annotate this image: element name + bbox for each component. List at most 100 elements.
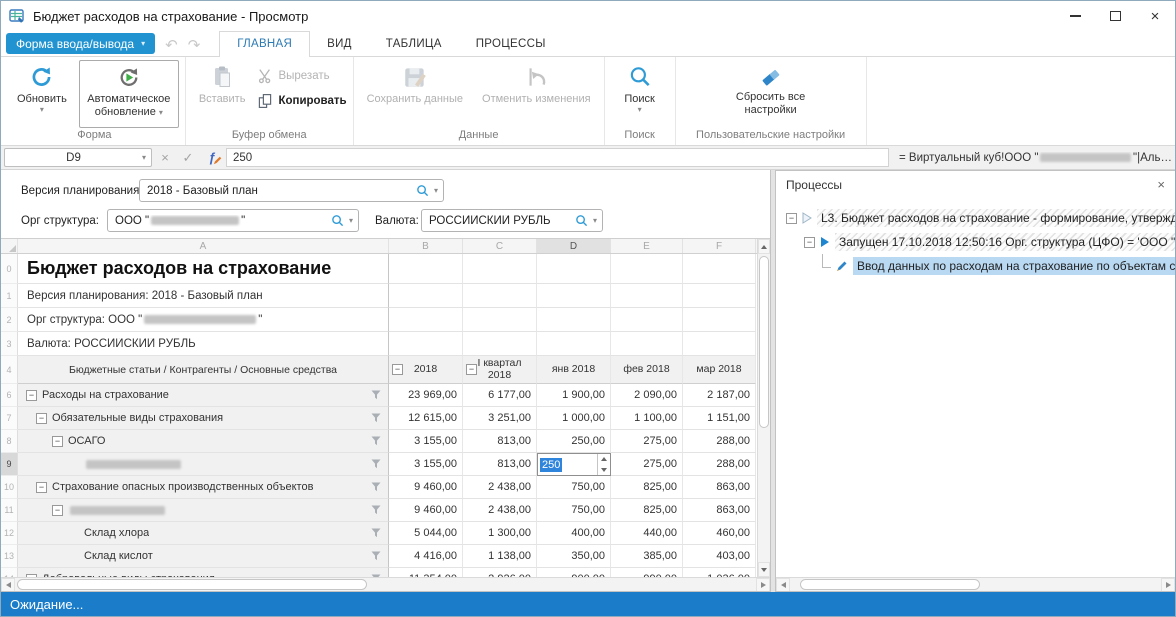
process-item[interactable]: −Запущен 17.10.2018 12:50:16 Орг. структ… [804, 230, 1175, 254]
row-number[interactable]: 10 [1, 476, 18, 499]
value-cell[interactable]: 288,00 [683, 430, 756, 453]
empty-cell[interactable] [683, 308, 756, 332]
value-cell[interactable]: 275,00 [611, 430, 683, 453]
value-cell[interactable]: 990,00 [611, 568, 683, 577]
header-label-cell[interactable]: Бюджетные статьи / Контрагенты / Основны… [18, 356, 389, 384]
column-group-header[interactable]: −2018 [389, 356, 463, 384]
value-cell[interactable]: 1 300,00 [463, 522, 537, 545]
value-cell[interactable]: 900,00 [537, 568, 611, 577]
row-label-cell[interactable] [18, 453, 389, 476]
value-cell[interactable]: 863,00 [683, 499, 756, 522]
row-label-cell[interactable]: Бюджет расходов на страхование [18, 254, 389, 284]
cancel-entry-icon[interactable]: × [155, 150, 175, 165]
row-label-cell[interactable]: Орг структура: ООО "" [18, 308, 389, 332]
refresh-button[interactable]: Обновить ▾ [10, 60, 74, 128]
tab-tablitsa[interactable]: ТАБЛИЦА [369, 32, 459, 56]
filter-funnel-icon[interactable] [371, 413, 381, 423]
search-icon[interactable] [575, 214, 588, 227]
column-header-a[interactable]: A [18, 239, 389, 253]
value-cell[interactable]: 2 438,00 [463, 499, 537, 522]
scroll-down-icon[interactable] [758, 562, 770, 577]
empty-cell[interactable] [463, 308, 537, 332]
spinner-up-icon[interactable] [598, 454, 610, 465]
value-cell[interactable]: 9 460,00 [389, 476, 463, 499]
filter-funnel-icon[interactable] [371, 436, 381, 446]
vertical-scrollbar[interactable] [757, 239, 770, 577]
value-cell[interactable]: 1 138,00 [463, 545, 537, 568]
value-cell[interactable]: 11 354,00 [389, 568, 463, 577]
value-cell[interactable]: 1 000,00 [537, 407, 611, 430]
value-cell[interactable]: 4 416,00 [389, 545, 463, 568]
horizontal-scroll-thumb[interactable] [800, 579, 980, 590]
value-cell[interactable]: 3 251,00 [463, 407, 537, 430]
value-cell[interactable]: 400,00 [537, 522, 611, 545]
collapse-toggle[interactable]: − [466, 364, 477, 375]
value-cell[interactable]: 2 090,00 [611, 384, 683, 407]
row-label-cell[interactable]: Валюта: РОССИЙСКИЙ РУБЛЬ [18, 332, 389, 356]
row-label-cell[interactable]: Склад кислот [18, 545, 389, 568]
horizontal-scroll-thumb[interactable] [17, 579, 367, 590]
value-cell[interactable]: 9 460,00 [389, 499, 463, 522]
empty-cell[interactable] [537, 254, 611, 284]
search-icon[interactable] [331, 214, 344, 227]
column-group-header[interactable]: −I квартал 2018 [463, 356, 537, 384]
value-cell[interactable]: 825,00 [611, 499, 683, 522]
chevron-down-icon[interactable]: ▾ [434, 187, 438, 195]
editing-cell[interactable]: 250 [537, 453, 611, 476]
row-label-cell[interactable]: −Обязательные виды страхования [18, 407, 389, 430]
value-spinner[interactable] [597, 454, 610, 475]
chevron-down-icon[interactable]: ▾ [349, 217, 353, 225]
tab-vid[interactable]: ВИД [310, 32, 369, 56]
collapse-toggle[interactable]: − [786, 213, 797, 224]
chevron-down-icon[interactable]: ▾ [593, 217, 597, 225]
cell-reference-box[interactable]: D9 ▾ [4, 148, 152, 167]
scroll-up-icon[interactable] [758, 239, 770, 254]
empty-cell[interactable] [389, 332, 463, 356]
close-panel-icon[interactable]: × [1157, 178, 1165, 191]
row-label-cell[interactable]: −Добровольные виды страхования [18, 568, 389, 577]
empty-cell[interactable] [463, 254, 537, 284]
row-label-cell[interactable]: Склад хлора [18, 522, 389, 545]
empty-cell[interactable] [683, 284, 756, 308]
row-number[interactable]: 4 [1, 356, 18, 384]
value-cell[interactable]: 1 900,00 [537, 384, 611, 407]
row-number[interactable]: 1 [1, 284, 18, 308]
value-cell[interactable]: 750,00 [537, 476, 611, 499]
value-cell[interactable]: 2 926,00 [463, 568, 537, 577]
value-cell[interactable]: 385,00 [611, 545, 683, 568]
column-group-header[interactable]: мар 2018 [683, 356, 756, 384]
paste-button[interactable]: Вставить [192, 60, 253, 128]
value-cell[interactable]: 250,00 [537, 430, 611, 453]
value-cell[interactable]: 403,00 [683, 545, 756, 568]
scroll-left-icon[interactable] [1, 578, 15, 592]
row-label-cell[interactable]: − [18, 499, 389, 522]
select-all-corner[interactable] [1, 239, 18, 253]
value-cell[interactable]: 460,00 [683, 522, 756, 545]
column-header-e[interactable]: E [611, 239, 683, 253]
collapse-toggle[interactable]: − [52, 436, 63, 447]
empty-cell[interactable] [463, 332, 537, 356]
filter-funnel-icon[interactable] [371, 459, 381, 469]
redo-icon[interactable]: ↷ [188, 38, 201, 53]
row-number[interactable]: 11 [1, 499, 18, 522]
empty-cell[interactable] [389, 254, 463, 284]
column-group-header[interactable]: фев 2018 [611, 356, 683, 384]
filter-funnel-icon[interactable] [371, 528, 381, 538]
empty-cell[interactable] [611, 254, 683, 284]
row-number[interactable]: 9 [1, 453, 18, 476]
row-number[interactable]: 3 [1, 332, 18, 356]
vertical-scroll-thumb[interactable] [759, 256, 769, 428]
value-cell[interactable]: 2 187,00 [683, 384, 756, 407]
row-number[interactable]: 7 [1, 407, 18, 430]
collapse-toggle[interactable]: − [804, 237, 815, 248]
search-icon[interactable] [416, 184, 429, 197]
row-number[interactable]: 12 [1, 522, 18, 545]
formula-edit-icon[interactable]: ƒ [201, 150, 223, 165]
empty-cell[interactable] [683, 332, 756, 356]
formula-input[interactable]: 250 [226, 148, 889, 167]
vertical-scroll-track[interactable] [758, 254, 770, 562]
row-number[interactable]: 14 [1, 568, 18, 577]
column-header-f[interactable]: F [683, 239, 756, 253]
row-label-cell[interactable]: Версия планирования: 2018 - Базовый план [18, 284, 389, 308]
collapse-toggle[interactable]: − [36, 482, 47, 493]
